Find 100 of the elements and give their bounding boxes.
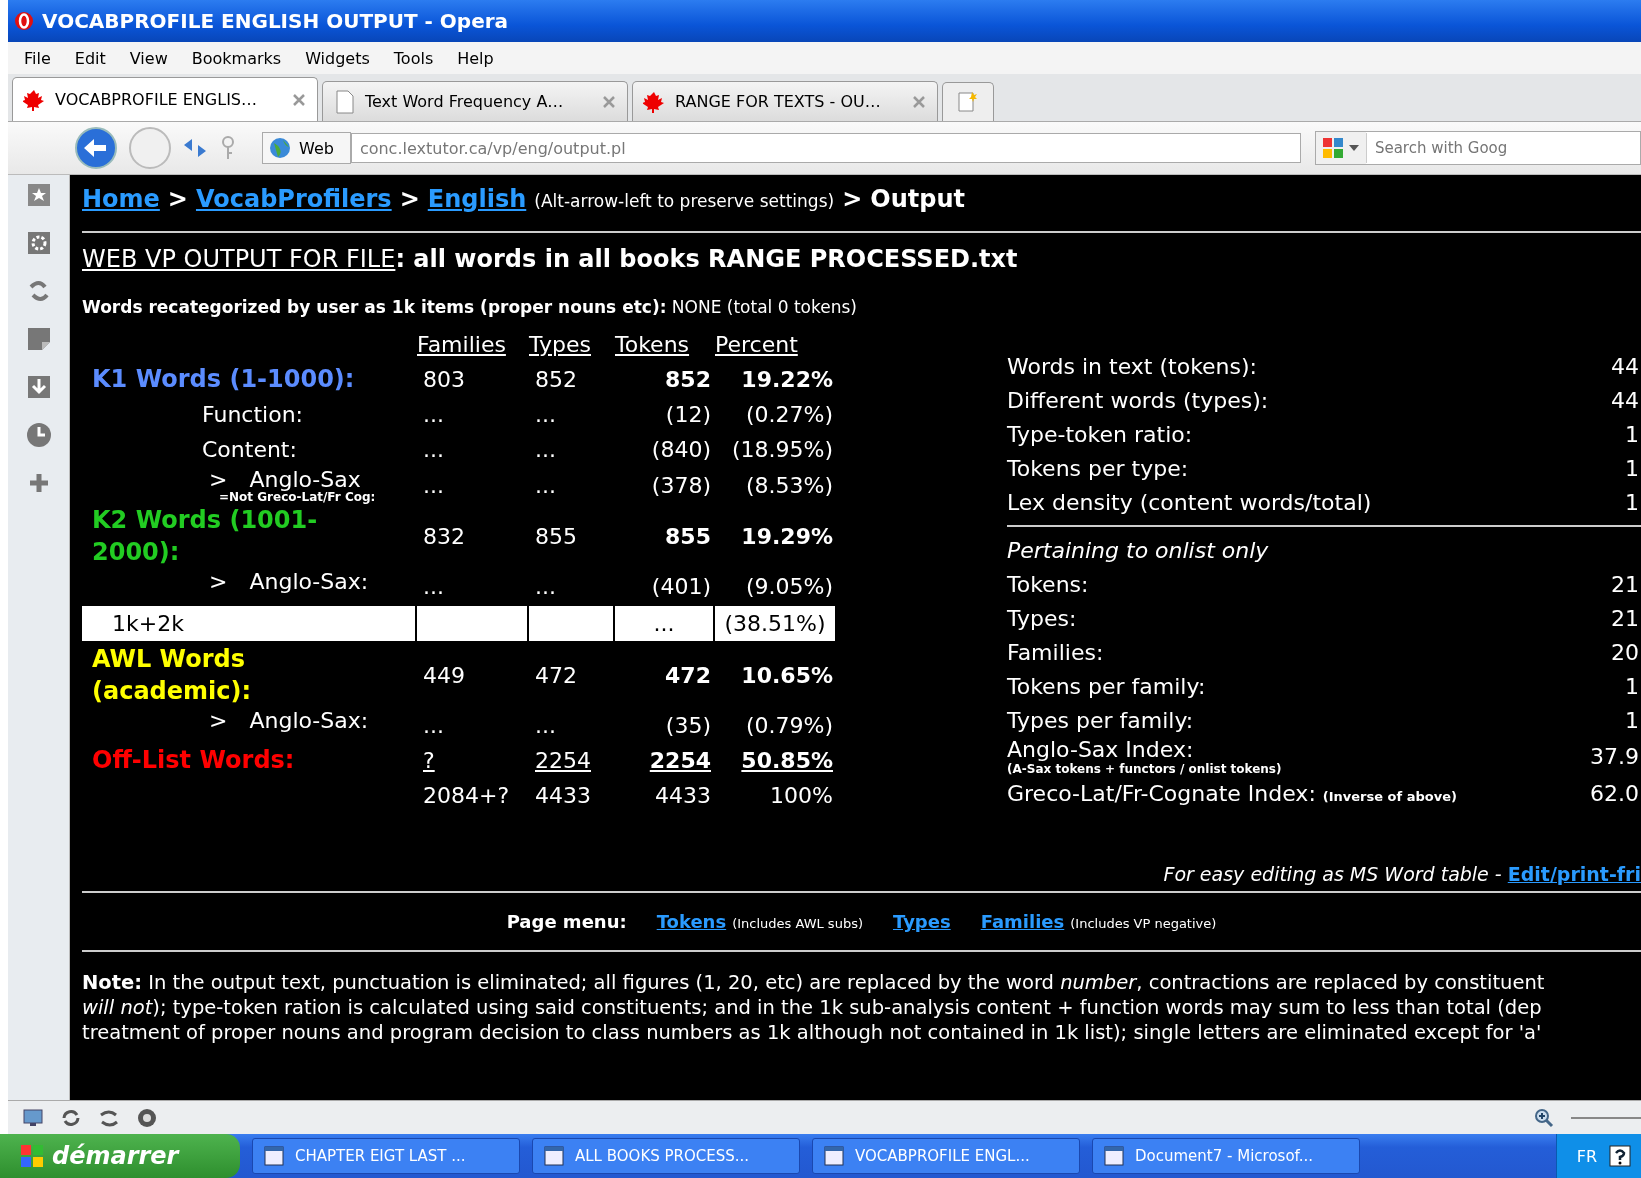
close-icon[interactable] — [911, 93, 927, 110]
section-heading: Pertaining to onlist only — [1007, 525, 1641, 567]
page-menu-link[interactable]: Tokens — [656, 910, 727, 932]
windows-logo-icon — [20, 1144, 44, 1168]
star-page-icon — [956, 90, 980, 114]
address-field[interactable]: conc.lextutor.ca/vp/eng/output.pl — [350, 133, 1301, 163]
menu-item[interactable]: Tools — [381, 48, 446, 68]
page-menu-link[interactable]: Types — [893, 910, 951, 932]
table-cell-text: 803 — [422, 366, 466, 394]
stat-value: 1 — [1625, 455, 1639, 481]
menu-item[interactable]: Bookmarks — [179, 48, 294, 68]
table-cell-text: ... — [534, 472, 557, 500]
browser-tab[interactable]: VOCABPROFILE ENGLIS… — [12, 77, 318, 121]
search-field[interactable]: Search with Goog — [1314, 131, 1641, 165]
clock-icon[interactable] — [24, 421, 53, 449]
menu-item[interactable]: Help — [445, 48, 506, 68]
row-label: > Anglo-Sax: — [209, 707, 369, 733]
dial-icon[interactable] — [136, 1106, 158, 1129]
heading-link[interactable]: WEB VP OUTPUT FOR FILE — [82, 245, 396, 273]
table-cell-text: (401) — [650, 572, 712, 601]
column-header: Types — [529, 331, 592, 359]
stat-label: Different words (types): — [1007, 387, 1269, 413]
table-cell-text: ... — [534, 436, 557, 464]
category-label: AWL Words (academic): — [91, 643, 253, 708]
table-cell-text: (35) — [664, 711, 712, 740]
column-header: Percent — [715, 331, 799, 359]
menu-item[interactable]: Edit — [62, 48, 118, 68]
table-cell-text: 855 — [534, 522, 578, 551]
recategorized-label: Words recategorized by user as 1k items (proper nouns etc): — [82, 297, 667, 317]
band-cell: (38.51%) — [715, 605, 835, 641]
breadcrumb-link[interactable]: English — [427, 185, 527, 213]
table-cell-text: 472 — [534, 661, 578, 690]
table-cell-text: 855 — [664, 522, 712, 551]
stat-value: 37.9 — [1590, 744, 1639, 769]
taskbar-button[interactable]: VOCABPROFILE ENGL... — [812, 1138, 1080, 1174]
help-icon[interactable] — [1609, 1145, 1631, 1167]
table-cell-text: ... — [422, 401, 445, 429]
category-label: Off-List Words: — [91, 744, 296, 776]
edit-print-link[interactable]: Edit/print-fri — [1507, 862, 1641, 885]
row-note: =Not Greco-Lat/Fr Cog: — [219, 490, 376, 504]
new-tab-button[interactable] — [942, 82, 994, 121]
table-cell-text: ? — [422, 746, 436, 775]
category-label: K2 Words (1001-2000): — [91, 505, 319, 569]
table-cell-text: ... — [534, 401, 557, 429]
table-cell-text: (840) — [650, 436, 712, 464]
taskbar-button[interactable]: CHAPTER EIGT LAST ... — [252, 1138, 520, 1174]
stat-label: Lex density (content words/total) — [1007, 489, 1372, 515]
table-cell-text: (9.05%) — [744, 572, 834, 601]
breadcrumb-link[interactable]: Home — [82, 185, 160, 213]
caret-icon — [1347, 143, 1360, 153]
search-engine-selector[interactable]: Web — [262, 132, 351, 164]
band-cell: ... — [615, 605, 713, 641]
breadcrumb-separator: > — [842, 185, 863, 213]
stat-value: 1 — [1625, 489, 1639, 515]
table-cell-text: (378) — [650, 472, 712, 500]
stat-label: Tokens per type: — [1007, 455, 1189, 481]
table-cell-text: 2254 — [534, 746, 592, 775]
table-cell-text: 472 — [664, 661, 712, 690]
table-cell-text: (0.79%) — [744, 711, 834, 740]
breadcrumb-separator: > — [399, 185, 420, 213]
table-cell-text: (18.95%) — [730, 436, 834, 464]
monitor-icon[interactable] — [22, 1106, 44, 1129]
stat-label: Anglo-Sax Index: — [1007, 737, 1195, 762]
back-button[interactable] — [74, 126, 118, 170]
menu-item[interactable]: Widgets — [293, 48, 382, 68]
stat-value: 20 — [1611, 639, 1639, 665]
taskbar-button[interactable]: ALL BOOKS PROCESS... — [532, 1138, 800, 1174]
table-cell-text: ... — [422, 472, 445, 500]
google-squares-icon — [1321, 137, 1344, 159]
breadcrumb-separator: > — [167, 185, 188, 213]
browser-tab[interactable]: Text Word Frequency A… — [322, 81, 628, 121]
stat-note: (Inverse of above) — [1322, 788, 1457, 804]
table-cell-text: 19.22% — [740, 366, 834, 394]
table-cell-text: 100% — [769, 781, 834, 810]
close-icon[interactable] — [291, 91, 307, 108]
table-cell-text: 852 — [664, 366, 712, 394]
table-cell-text: 19.29% — [740, 522, 834, 551]
window-icon — [543, 1145, 565, 1167]
table-cell-text: 50.85% — [740, 746, 834, 775]
recategorized-value: NONE (total 0 tokens) — [671, 297, 857, 317]
menu-item[interactable]: View — [117, 48, 180, 68]
page-menu-note: (Includes VP negative) — [1070, 915, 1217, 931]
category-label: K1 Words (1-1000): — [91, 364, 356, 396]
stat-value: 44 — [1611, 353, 1639, 379]
menu-item[interactable]: File — [12, 48, 63, 68]
table-cell-text: (12) — [664, 401, 712, 429]
browser-tab[interactable]: RANGE FOR TEXTS - OU… — [632, 81, 938, 121]
zoom-icon[interactable] — [1533, 1106, 1555, 1129]
page-heading: : all words in all books RANGE PROCESSED.txt — [395, 245, 1018, 273]
table-cell-text: (0.27%) — [744, 401, 834, 429]
table-cell-text: 2254 — [648, 746, 712, 775]
close-icon[interactable] — [601, 93, 617, 110]
breadcrumb-link[interactable]: VocabProfilers — [195, 185, 392, 213]
table-cell-text: ... — [534, 711, 557, 740]
table-cell-text: ... — [422, 572, 445, 601]
stat-label: Tokens: — [1007, 571, 1089, 597]
table-cell-text: 4433 — [654, 781, 712, 810]
taskbar-button[interactable]: Document7 - Microsof... — [1092, 1138, 1360, 1174]
breadcrumb-note: (Alt-arrow-left to preserve settings) — [534, 191, 835, 211]
page-menu-link[interactable]: Families — [980, 910, 1065, 932]
